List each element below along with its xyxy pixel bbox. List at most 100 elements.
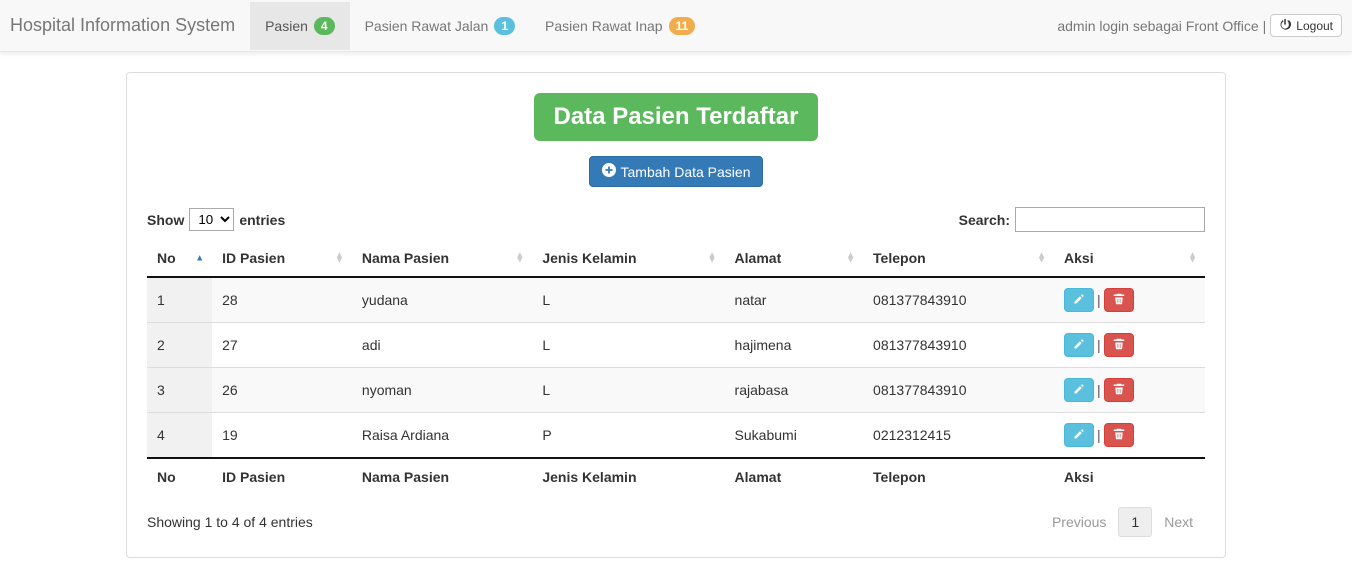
datatable-controls-bottom: Showing 1 to 4 of 4 entries Previous 1 N… [147, 507, 1205, 537]
cell-telepon: 081377843910 [863, 277, 1054, 323]
cell-id: 19 [212, 413, 352, 459]
foot-alamat: Alamat [725, 458, 864, 495]
separator: | [1263, 18, 1267, 34]
nav-tab-label: Pasien Rawat Inap [545, 18, 663, 34]
search-input[interactable] [1015, 207, 1205, 232]
cell-nama: adi [352, 323, 532, 368]
show-label: Show [147, 212, 184, 228]
col-label: ID Pasien [222, 250, 285, 266]
col-aksi[interactable]: Aksi▲▼ [1054, 240, 1205, 277]
cell-id: 27 [212, 323, 352, 368]
cell-jk: L [532, 323, 724, 368]
foot-nama-pasien: Nama Pasien [352, 458, 532, 495]
trash-icon [1113, 292, 1125, 308]
col-label: Telepon [873, 250, 926, 266]
sort-icon: ▲▼ [515, 253, 524, 264]
cell-jk: L [532, 368, 724, 413]
col-label: Alamat [735, 250, 782, 266]
table-row: 227adiLhajimena081377843910| [147, 323, 1205, 368]
length-select[interactable]: 10 [189, 208, 234, 231]
col-id-pasien[interactable]: ID Pasien ▲▼ [212, 240, 352, 277]
edit-icon [1073, 337, 1085, 353]
edit-button[interactable] [1064, 423, 1094, 447]
delete-button[interactable] [1104, 288, 1134, 312]
col-telepon[interactable]: Telepon ▲▼ [863, 240, 1054, 277]
power-icon [1279, 18, 1291, 33]
cell-aksi: | [1054, 368, 1205, 413]
edit-icon [1073, 427, 1085, 443]
cell-telepon: 081377843910 [863, 368, 1054, 413]
panel: Data Pasien Terdaftar Tambah Data Pasien… [126, 72, 1226, 558]
col-alamat[interactable]: Alamat ▲▼ [725, 240, 864, 277]
length-control: Show 10 entries [147, 208, 285, 231]
nav-tab-label: Pasien Rawat Jalan [365, 18, 489, 34]
cell-nama: nyoman [352, 368, 532, 413]
cell-no: 2 [147, 323, 212, 368]
logout-label: Logout [1296, 19, 1333, 33]
add-patient-button[interactable]: Tambah Data Pasien [589, 156, 764, 187]
next-page-button[interactable]: Next [1152, 508, 1205, 536]
cell-id: 26 [212, 368, 352, 413]
delete-button[interactable] [1104, 333, 1134, 357]
table-row: 128yudanaLnatar081377843910| [147, 277, 1205, 323]
edit-icon [1073, 292, 1085, 308]
edit-button[interactable] [1064, 333, 1094, 357]
cell-aksi: | [1054, 323, 1205, 368]
sort-icon: ▲▼ [846, 253, 855, 264]
nav-tab-rawat-inap[interactable]: Pasien Rawat Inap 11 [530, 2, 710, 50]
sort-asc-icon: ▲ [195, 255, 204, 260]
cell-telepon: 0212312415 [863, 413, 1054, 459]
foot-no: No [147, 458, 212, 495]
table-footer-row: No ID Pasien Nama Pasien Jenis Kelamin A… [147, 458, 1205, 495]
badge-count: 4 [314, 17, 335, 35]
action-separator: | [1097, 292, 1101, 308]
cell-alamat: Sukabumi [725, 413, 864, 459]
cell-nama: Raisa Ardiana [352, 413, 532, 459]
brand-link[interactable]: Hospital Information System [10, 0, 250, 51]
delete-button[interactable] [1104, 423, 1134, 447]
cell-jk: P [532, 413, 724, 459]
badge-count: 11 [669, 17, 696, 35]
table-row: 326nyomanLrajabasa081377843910 | [147, 368, 1205, 413]
edit-button[interactable] [1064, 288, 1094, 312]
sort-icon: ▲▼ [1188, 253, 1197, 264]
cell-alamat: natar [725, 277, 864, 323]
foot-id-pasien: ID Pasien [212, 458, 352, 495]
foot-telepon: Telepon [863, 458, 1054, 495]
sort-icon: ▲▼ [1037, 253, 1046, 264]
edit-icon [1073, 382, 1085, 398]
header-area: Data Pasien Terdaftar Tambah Data Pasien [147, 93, 1205, 187]
col-no[interactable]: No▲ [147, 240, 212, 277]
navbar-right: admin login sebagai Front Office | Logou… [1057, 14, 1342, 37]
trash-icon [1113, 382, 1125, 398]
add-patient-label: Tambah Data Pasien [621, 164, 751, 180]
cell-alamat: rajabasa [725, 368, 864, 413]
cell-no: 3 [147, 368, 212, 413]
nav-tab-label: Pasien [265, 18, 308, 34]
entries-label: entries [239, 212, 285, 228]
cell-nama: yudana [352, 277, 532, 323]
sort-icon: ▲▼ [335, 253, 344, 264]
cell-aksi: | [1054, 413, 1205, 459]
datatable-controls-top: Show 10 entries Search: [147, 207, 1205, 232]
badge-count: 1 [494, 17, 515, 35]
table-info: Showing 1 to 4 of 4 entries [147, 514, 313, 530]
nav-tab-pasien[interactable]: Pasien 4 [250, 2, 350, 50]
col-jenis-kelamin[interactable]: Jenis Kelamin▲▼ [532, 240, 724, 277]
cell-telepon: 081377843910 [863, 323, 1054, 368]
col-nama-pasien[interactable]: Nama Pasien▲▼ [352, 240, 532, 277]
page-number-current[interactable]: 1 [1118, 507, 1152, 537]
cell-no: 4 [147, 413, 212, 459]
cell-jk: L [532, 277, 724, 323]
trash-icon [1113, 337, 1125, 353]
search-label: Search: [959, 212, 1010, 228]
col-label: Jenis Kelamin [542, 250, 636, 266]
nav-tab-rawat-jalan[interactable]: Pasien Rawat Jalan 1 [350, 2, 530, 50]
action-separator: | [1097, 382, 1101, 398]
delete-button[interactable] [1104, 378, 1134, 402]
edit-button[interactable] [1064, 378, 1094, 402]
cell-alamat: hajimena [725, 323, 864, 368]
table-row: 419Raisa ArdianaPSukabumi0212312415| [147, 413, 1205, 459]
logout-button[interactable]: Logout [1270, 14, 1342, 37]
prev-page-button[interactable]: Previous [1040, 508, 1118, 536]
